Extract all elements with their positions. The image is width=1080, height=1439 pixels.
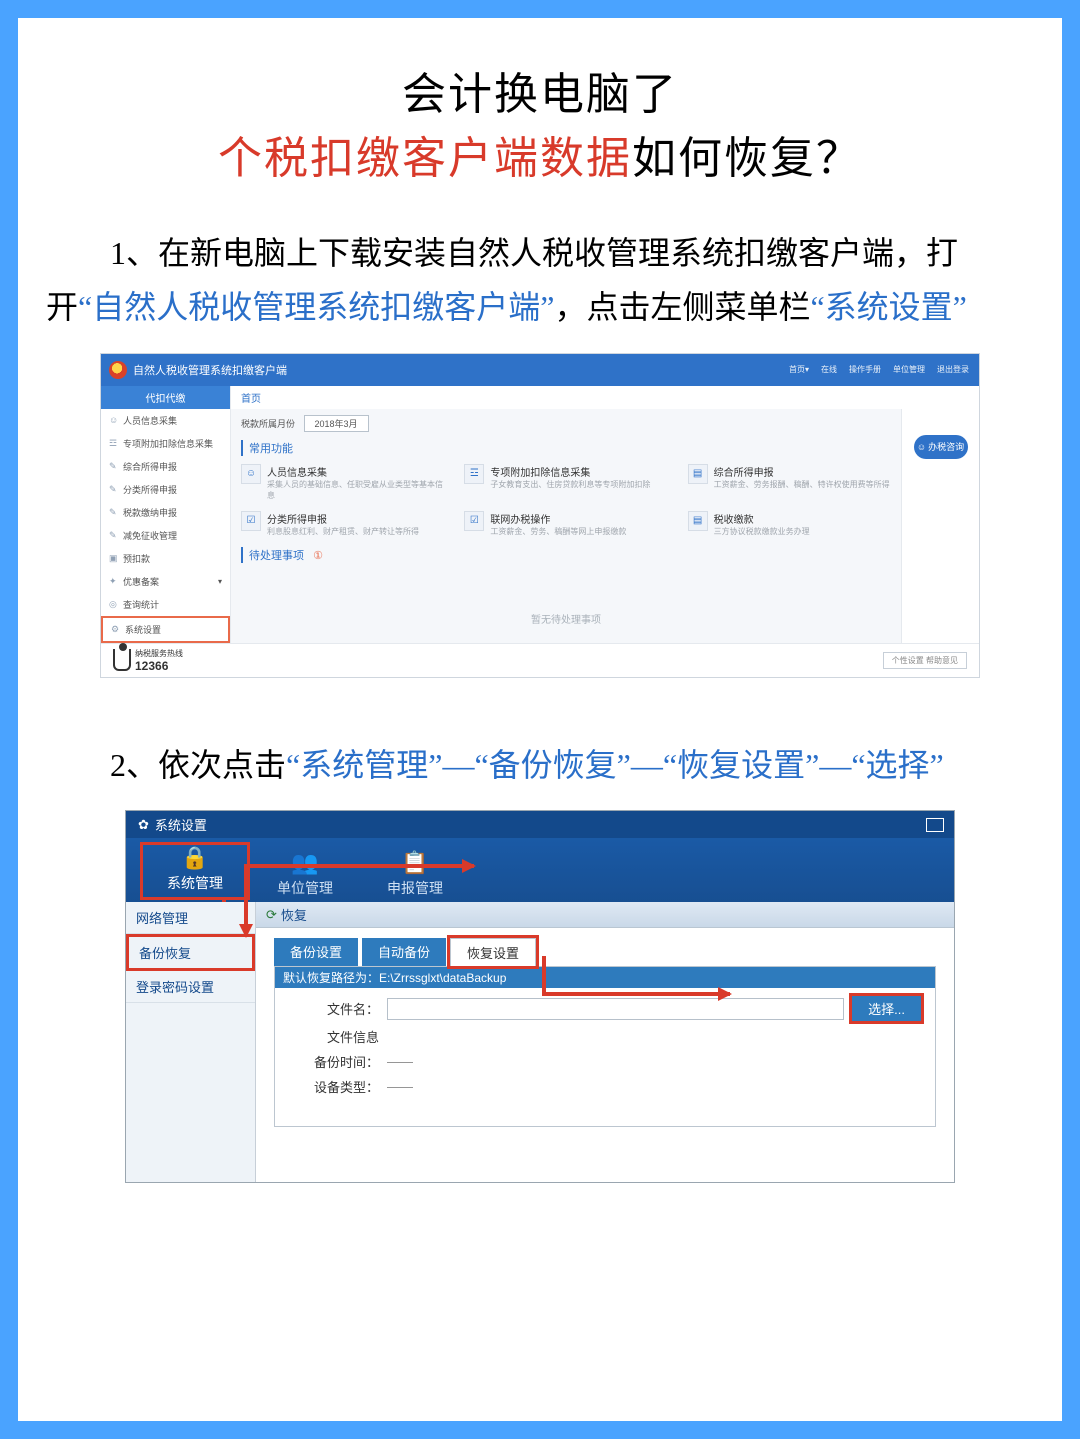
feature-card[interactable]: ☑分类所得申报利息股息红利、财产租赁、财产转让等所得: [241, 511, 444, 537]
section-pending: 待处理事项 ①: [241, 547, 891, 563]
left-item-password[interactable]: 登录密码设置: [126, 971, 255, 1003]
feature-card[interactable]: ☑联网办税操作工资薪金、劳务、稿酬等网上申报缴款: [464, 511, 667, 537]
pending-badge: ①: [313, 550, 323, 562]
right-panel: ☺办税咨询: [901, 409, 979, 643]
nav-manual[interactable]: 操作手册: [849, 364, 881, 375]
left-panel-title: 代扣代缴: [101, 386, 230, 409]
restore-panel: 默认恢复路径为：E:\Zrrssglxt\dataBackup 文件名： 选择.…: [274, 966, 936, 1127]
annotation-arrow-right-1: [244, 864, 474, 868]
tax-emblem-icon: [109, 361, 127, 379]
sidebar-item[interactable]: ✦优惠备案▾: [101, 570, 230, 593]
settings-titlebar: ✿ 系统设置: [126, 811, 954, 838]
hotline: 纳税服务热线 12366: [113, 648, 183, 673]
sidebar-item-system-settings[interactable]: ⚙系统设置: [101, 616, 230, 643]
default-path-label: 默认恢复路径为：E:\Zrrssglxt\dataBackup: [275, 967, 935, 988]
network-icon: ☑: [464, 511, 484, 531]
feature-card[interactable]: ▤综合所得申报工资薪金、劳务报酬、稿酬、特许权使用费等所得: [688, 464, 891, 501]
sidebar-item[interactable]: ✎综合所得申报: [101, 455, 230, 478]
payment-icon: ▤: [688, 511, 708, 531]
tax-month-row: 税款所属月份 2018年3月: [241, 415, 891, 432]
page: 会计换电脑了 个税扣缴客户端数据如何恢复？ 1、在新电脑上下载安装自然人税收管理…: [0, 0, 1080, 1439]
sidebar-item[interactable]: ☺人员信息采集: [101, 409, 230, 432]
step-1-paragraph: 1、在新电脑上下载安装自然人税收管理系统扣缴客户端，打开“自然人税收管理系统扣缴…: [26, 226, 1054, 335]
nav-exit[interactable]: 退出登录: [937, 364, 969, 375]
file-name-input[interactable]: [387, 998, 844, 1020]
sidebar-item[interactable]: ✎分类所得申报: [101, 478, 230, 501]
section-common: 常用功能: [241, 440, 891, 456]
settings-body: 网络管理 备份恢复 登录密码设置 ⟳ 恢复 备份设置 自动备份 恢复设置: [126, 902, 954, 1182]
annotation-arrow-down-2: [542, 956, 546, 996]
document-title: 会计换电脑了 个税扣缴客户端数据如何恢复？: [26, 58, 1054, 186]
feature-card[interactable]: ☺人员信息采集采集人员的基础信息、任职受雇从业类型等基本信息: [241, 464, 444, 501]
backup-time-row: 备份时间： ——: [289, 1052, 921, 1071]
step-2-paragraph: 2、依次点击“系统管理”—“备份恢复”—“恢复设置”—“选择”: [26, 738, 1054, 792]
title-line-2: 个税扣缴客户端数据如何恢复？: [26, 122, 1054, 186]
empty-state: 暂无待处理事项: [241, 571, 891, 626]
annotation-arrow-down-1: [244, 864, 248, 936]
header-nav: 首页▾ 在线 操作手册 单位管理 退出登录: [789, 364, 969, 375]
feature-card[interactable]: ▤税收缴款三方协议税款缴款业务办理: [688, 511, 891, 537]
phone-icon: [113, 649, 131, 671]
annotation-arrow-right-2: [542, 992, 730, 996]
select-file-button[interactable]: 选择...: [852, 996, 921, 1021]
restore-subtabs: 备份设置 自动备份 恢复设置: [274, 938, 936, 966]
screenshot-2-wrap: ✿ 系统设置 🔒 系统管理 👥 单位管理 📋 申报管理: [26, 810, 1054, 1183]
report-icon: ▤: [688, 464, 708, 484]
main-panel: 税款所属月份 2018年3月 常用功能 ☺人员信息采集采集人员的基础信息、任职受…: [231, 409, 901, 643]
page-tab-home[interactable]: 首页: [241, 394, 261, 405]
category-icon: ☑: [241, 511, 261, 531]
title-line-1: 会计换电脑了: [26, 58, 1054, 122]
person-icon: ☺: [241, 464, 261, 484]
maximize-icon[interactable]: [926, 818, 944, 832]
footer-settings-button[interactable]: 个性设置 帮助意见: [883, 652, 967, 669]
sidebar-item[interactable]: ✎减免征收管理: [101, 524, 230, 547]
subtab-auto-backup[interactable]: 自动备份: [362, 938, 446, 966]
tax-month-select[interactable]: 2018年3月: [304, 415, 369, 432]
feature-card[interactable]: ☲专项附加扣除信息采集子女教育支出、住房贷款利息等专项附加扣除: [464, 464, 667, 501]
screenshot-1-app: 自然人税收管理系统扣缴客户端 首页▾ 在线 操作手册 单位管理 退出登录 代扣代…: [100, 353, 980, 678]
subtab-backup-settings[interactable]: 备份设置: [274, 938, 358, 966]
sidebar-item[interactable]: ▣预扣款: [101, 547, 230, 570]
file-name-row: 文件名： 选择...: [289, 996, 921, 1021]
app-titlebar: 自然人税收管理系统扣缴客户端 首页▾ 在线 操作手册 单位管理 退出登录: [101, 354, 979, 386]
app-footer: 纳税服务热线 12366 个性设置 帮助意见: [101, 643, 979, 677]
app-title: 自然人税收管理系统扣缴客户端: [133, 362, 287, 378]
settings-left-menu: 网络管理 备份恢复 登录密码设置: [126, 902, 256, 1182]
sidebar-item[interactable]: ◎查询统计: [101, 593, 230, 616]
sidebar-item[interactable]: ✎税款缴纳申报: [101, 501, 230, 524]
deduction-icon: ☲: [464, 464, 484, 484]
sidebar: ☺人员信息采集 ☲专项附加扣除信息采集 ✎综合所得申报 ✎分类所得申报 ✎税款缴…: [101, 409, 231, 643]
annotation-arrow-2: [126, 868, 436, 940]
gear-icon: ✿: [138, 817, 149, 833]
consult-button[interactable]: ☺办税咨询: [914, 435, 968, 459]
settings-main: ⟳ 恢复 备份设置 自动备份 恢复设置 默认恢复路径为：E:\Zrrssglxt…: [256, 902, 954, 1182]
nav-online[interactable]: 在线: [821, 364, 837, 375]
file-info-row: 文件信息: [289, 1027, 921, 1046]
sidebar-item[interactable]: ☲专项附加扣除信息采集: [101, 432, 230, 455]
subtab-restore-settings[interactable]: 恢复设置: [450, 938, 536, 966]
device-type-row: 设备类型： ——: [289, 1077, 921, 1096]
nav-home[interactable]: 首页▾: [789, 364, 809, 375]
nav-unit[interactable]: 单位管理: [893, 364, 925, 375]
app-subhead: 代扣代缴 首页: [101, 386, 979, 409]
